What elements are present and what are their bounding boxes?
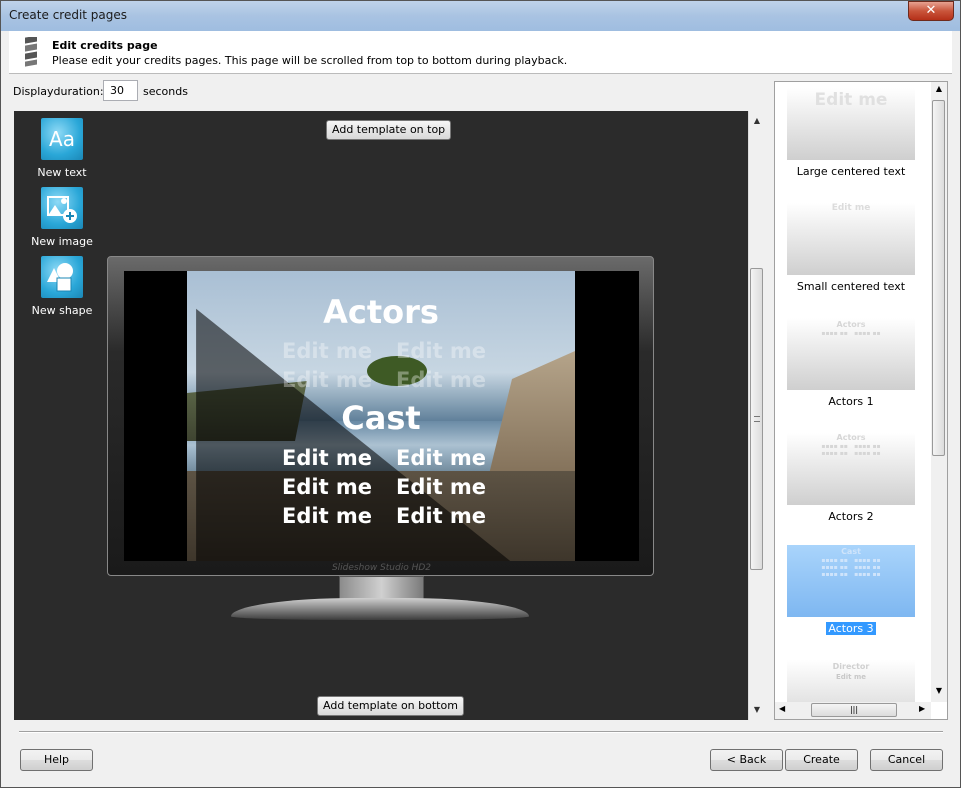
preview-edit-me: Edit me [396, 339, 487, 363]
scroll-thumb[interactable]: ||| [811, 703, 897, 717]
preview-edit-me: Edit me [396, 504, 487, 528]
duration-label: Displayduration: [13, 85, 104, 98]
preview-edit-me: Edit me [282, 368, 373, 392]
template-thumbnail: Edit me [787, 88, 915, 160]
template-thumbnail: Actors ▪▪▪▪ ▪▪ ▪▪▪▪ ▪▪ [787, 318, 915, 390]
create-button[interactable]: Create [785, 749, 858, 771]
template-list-vertical-scrollbar[interactable]: ▲ ▼ [931, 82, 947, 702]
text-icon: Aa [41, 118, 83, 160]
preview-edit-me: Edit me [396, 475, 487, 499]
preview-edit-me: Edit me [396, 446, 487, 470]
template-small-centered-text[interactable]: Edit me Small centered text [787, 203, 915, 293]
monitor-preview: Actors Edit me Edit me Edit me Edit me C… [107, 256, 654, 576]
title-bar[interactable]: Create credit pages ✕ [1, 1, 960, 31]
new-text-label: New text [37, 166, 87, 179]
page-subtitle: Please edit your credits pages. This pag… [52, 54, 568, 67]
template-list-horizontal-scrollbar[interactable]: ◀ ||| ▶ [775, 702, 931, 719]
canvas-vertical-scrollbar[interactable]: ▲ ▼ [748, 111, 764, 720]
add-template-on-top-button[interactable]: Add template on top [326, 120, 452, 140]
template-actors-2[interactable]: Actors ▪▪▪▪ ▪▪ ▪▪▪▪ ▪▪ ▪▪▪▪ ▪▪ ▪▪▪▪ ▪▪ Ac… [787, 433, 915, 523]
preview-edit-me: Edit me [282, 504, 373, 528]
template-caption: Actors 1 [828, 395, 874, 408]
credits-preview-text: Actors Edit me Edit me Edit me Edit me C… [187, 271, 575, 561]
template-actors-3[interactable]: Cast ▪▪▪▪ ▪▪ ▪▪▪▪ ▪▪ ▪▪▪▪ ▪▪ ▪▪▪▪ ▪▪ ▪▪▪▪ … [787, 545, 915, 635]
preview-heading-cast: Cast [341, 399, 421, 437]
new-shape-tool[interactable]: New shape [22, 256, 102, 317]
scroll-up-arrow-icon[interactable]: ▲ [931, 84, 947, 93]
scroll-down-arrow-icon[interactable]: ▼ [931, 686, 947, 695]
template-large-centered-text[interactable]: Edit me Large centered text [787, 88, 915, 178]
scroll-down-arrow-icon[interactable]: ▼ [749, 702, 765, 718]
template-caption: Large centered text [796, 165, 906, 178]
template-caption: Actors 2 [828, 510, 874, 523]
preview-screen[interactable]: Actors Edit me Edit me Edit me Edit me C… [124, 271, 639, 561]
preview-heading-actors: Actors [323, 293, 439, 331]
template-caption: Actors 3 [826, 622, 876, 635]
new-shape-label: New shape [31, 304, 93, 317]
scroll-left-arrow-icon[interactable]: ◀ [779, 704, 785, 713]
monitor-stand-base [231, 598, 529, 620]
film-strip-icon [25, 37, 37, 67]
template-thumbnail: Cast ▪▪▪▪ ▪▪ ▪▪▪▪ ▪▪ ▪▪▪▪ ▪▪ ▪▪▪▪ ▪▪ ▪▪▪▪ … [787, 545, 915, 617]
template-actors-1[interactable]: Actors ▪▪▪▪ ▪▪ ▪▪▪▪ ▪▪ Actors 1 [787, 318, 915, 408]
footer-separator [19, 731, 943, 733]
scroll-up-arrow-icon[interactable]: ▲ [749, 113, 765, 129]
preview-edit-me: Edit me [396, 368, 487, 392]
template-thumbnail: Actors ▪▪▪▪ ▪▪ ▪▪▪▪ ▪▪ ▪▪▪▪ ▪▪ ▪▪▪▪ ▪▪ [787, 433, 915, 505]
preview-edit-me: Edit me [282, 339, 373, 363]
new-image-label: New image [31, 235, 93, 248]
image-add-icon [41, 187, 83, 229]
help-button[interactable]: Help [20, 749, 93, 771]
window-title: Create credit pages [9, 8, 128, 22]
scroll-thumb[interactable] [750, 268, 763, 570]
new-image-tool[interactable]: New image [22, 187, 102, 248]
close-button[interactable]: ✕ [908, 1, 954, 21]
preview-edit-me: Edit me [282, 475, 373, 499]
duration-unit: seconds [143, 85, 188, 98]
template-list: Edit me Large centered text Edit me Smal… [774, 81, 948, 720]
create-credit-pages-dialog: Create credit pages ✕ Edit credits page … [0, 0, 961, 788]
cancel-button[interactable]: Cancel [870, 749, 943, 771]
preview-edit-me: Edit me [282, 446, 373, 470]
shapes-icon [41, 256, 83, 298]
back-button[interactable]: < Back [710, 749, 783, 771]
new-text-tool[interactable]: Aa New text [22, 118, 102, 179]
monitor-brand-logo: Slideshow Studio HD2 [331, 563, 432, 573]
wizard-header: Edit credits page Please edit your credi… [9, 31, 952, 74]
template-thumbnail: Edit me [787, 203, 915, 275]
scroll-right-arrow-icon[interactable]: ▶ [919, 704, 925, 713]
add-template-on-bottom-button[interactable]: Add template on bottom [317, 696, 464, 716]
scroll-thumb[interactable] [932, 100, 945, 456]
page-title: Edit credits page [52, 39, 158, 52]
template-caption: Small centered text [796, 280, 906, 293]
duration-input[interactable] [103, 80, 138, 101]
